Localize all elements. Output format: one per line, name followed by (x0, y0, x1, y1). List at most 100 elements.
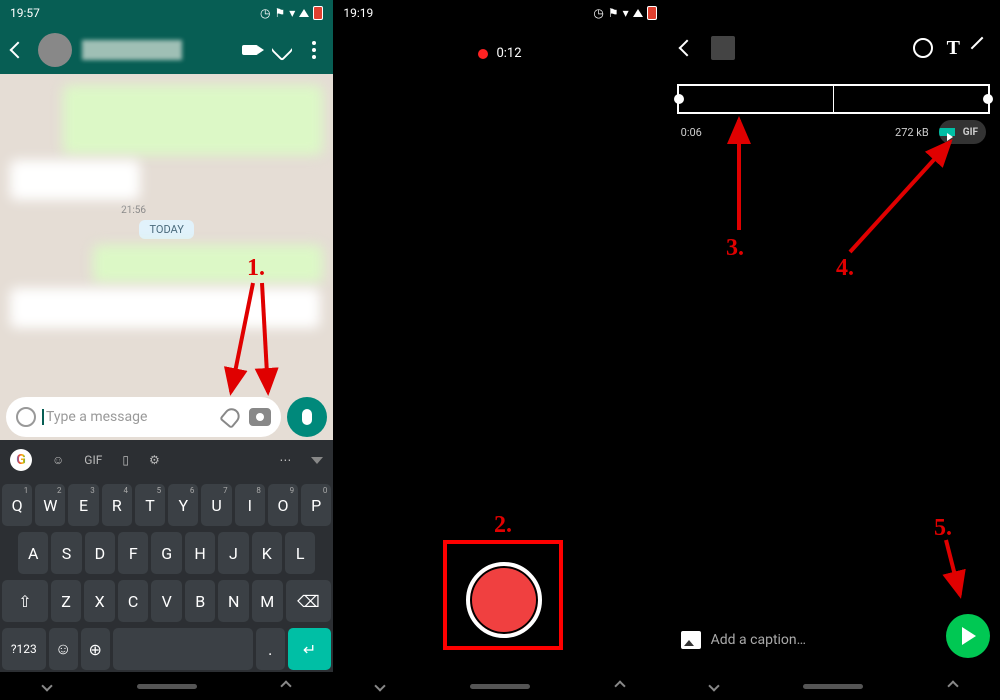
nav-keyboard-icon[interactable] (281, 680, 292, 691)
file-size: 272 kB (895, 126, 929, 139)
status-bar: 19:19 ◷⚑▾ (333, 0, 666, 26)
google-icon[interactable]: G (10, 449, 32, 471)
emoji-key[interactable]: ☺ (49, 628, 78, 670)
settings-icon[interactable]: ⚙ (149, 453, 160, 467)
more-icon[interactable]: ⋯ (279, 453, 291, 467)
key-K[interactable]: K (252, 532, 282, 574)
collapse-keyboard-icon[interactable] (311, 457, 323, 464)
key-S[interactable]: S (51, 532, 81, 574)
nav-back-icon[interactable] (41, 680, 52, 691)
video-gif-toggle[interactable]: GIF (939, 120, 986, 144)
trim-duration: 0:06 (681, 126, 702, 139)
key-Q[interactable]: Q1 (2, 484, 32, 526)
key-X[interactable]: X (84, 580, 115, 622)
trim-handle-right[interactable] (983, 94, 993, 104)
emoji-icon[interactable] (16, 407, 36, 427)
message-input[interactable]: Type a message (6, 397, 281, 437)
language-key[interactable]: ⊕ (81, 628, 110, 670)
key-U[interactable]: U7 (201, 484, 231, 526)
backspace-key[interactable]: ⌫ (286, 580, 332, 622)
send-button[interactable] (946, 614, 990, 658)
period-key[interactable]: . (256, 628, 285, 670)
more-menu-icon[interactable] (303, 39, 325, 61)
message-out (93, 245, 323, 283)
mic-button[interactable] (287, 397, 327, 437)
android-navbar (0, 672, 333, 700)
voice-call-icon[interactable] (271, 39, 293, 61)
key-F[interactable]: F (118, 532, 148, 574)
nav-home-icon[interactable] (137, 684, 197, 689)
key-C[interactable]: C (118, 580, 149, 622)
key-E[interactable]: E3 (68, 484, 98, 526)
clock: 19:19 (343, 6, 373, 20)
trim-slider[interactable] (677, 84, 990, 114)
nav-home-icon[interactable] (470, 684, 530, 689)
gif-key[interactable]: GIF (84, 453, 102, 467)
send-icon (962, 627, 976, 645)
shift-key[interactable]: ⇧ (2, 580, 48, 622)
text-tool-icon[interactable]: T (947, 37, 960, 60)
message-in (10, 288, 320, 328)
avatar[interactable] (38, 33, 72, 67)
mic-icon (302, 409, 312, 425)
video-mode-icon (939, 128, 955, 136)
caption-input-row[interactable]: Add a caption… (675, 620, 940, 660)
camera-icon[interactable] (249, 408, 271, 426)
chat-body[interactable]: 21:56 TODAY (0, 74, 333, 396)
key-N[interactable]: N (218, 580, 249, 622)
draw-tool-icon[interactable] (971, 37, 994, 60)
panel-whatsapp-chat: 19:57 ◷⚑▾ 21:56 TODAY Type a messag (0, 0, 333, 700)
record-dot-icon (478, 49, 488, 59)
video-call-icon[interactable] (239, 39, 261, 61)
enter-key[interactable]: ↵ (288, 628, 332, 670)
back-icon[interactable] (677, 38, 697, 58)
key-A[interactable]: A (18, 532, 48, 574)
input-placeholder: Type a message (46, 409, 213, 425)
trim-handle-left[interactable] (674, 94, 684, 104)
space-key[interactable] (113, 628, 253, 670)
key-G[interactable]: G (151, 532, 181, 574)
panel-camera-recording: 19:19 ◷⚑▾ 0:12 (333, 0, 666, 700)
key-D[interactable]: D (85, 532, 115, 574)
video-thumbnail[interactable] (711, 36, 735, 60)
symbols-key[interactable]: ?123 (2, 628, 46, 670)
recording-indicator: 0:12 (333, 46, 666, 61)
key-L[interactable]: L (285, 532, 315, 574)
status-bar: 19:57 ◷⚑▾ (0, 0, 333, 26)
android-navbar (333, 672, 666, 700)
key-O[interactable]: O9 (268, 484, 298, 526)
clock: 19:57 (10, 6, 40, 20)
record-button[interactable] (466, 562, 542, 638)
editor-toolbar: T (667, 26, 1000, 70)
keyboard-rows: Q1W2E3R4T5Y6U7I8O9P0 ASDFGHJKL ⇧ ZXCVBNM… (0, 480, 333, 680)
key-B[interactable]: B (185, 580, 216, 622)
back-icon[interactable] (8, 40, 28, 60)
key-T[interactable]: T5 (135, 484, 165, 526)
key-M[interactable]: M (252, 580, 283, 622)
nav-home-icon[interactable] (803, 684, 863, 689)
key-Z[interactable]: Z (51, 580, 82, 622)
key-V[interactable]: V (151, 580, 182, 622)
attach-icon[interactable] (219, 405, 243, 429)
keyboard: G ☺ GIF ▯ ⚙ ⋯ Q1W2E3R4T5Y6U7I8O9P0 ASDFG… (0, 440, 333, 672)
key-I[interactable]: I8 (235, 484, 265, 526)
message-time: 21:56 (10, 205, 150, 216)
clipboard-icon[interactable]: ▯ (122, 453, 129, 467)
android-navbar (667, 672, 1000, 700)
date-pill: TODAY (139, 220, 193, 239)
key-H[interactable]: H (185, 532, 215, 574)
message-in (10, 160, 140, 200)
nav-recent-icon[interactable] (614, 680, 625, 691)
key-R[interactable]: R4 (102, 484, 132, 526)
status-icons: ◷⚑▾ (260, 6, 323, 20)
key-Y[interactable]: Y6 (168, 484, 198, 526)
sticker-icon[interactable]: ☺ (52, 453, 64, 467)
emoji-sticker-icon[interactable] (913, 38, 933, 58)
gallery-icon[interactable] (681, 631, 701, 649)
key-W[interactable]: W2 (35, 484, 65, 526)
nav-recent-icon[interactable] (947, 680, 958, 691)
nav-back-icon[interactable] (375, 680, 386, 691)
nav-back-icon[interactable] (708, 680, 719, 691)
key-P[interactable]: P0 (301, 484, 331, 526)
key-J[interactable]: J (218, 532, 248, 574)
